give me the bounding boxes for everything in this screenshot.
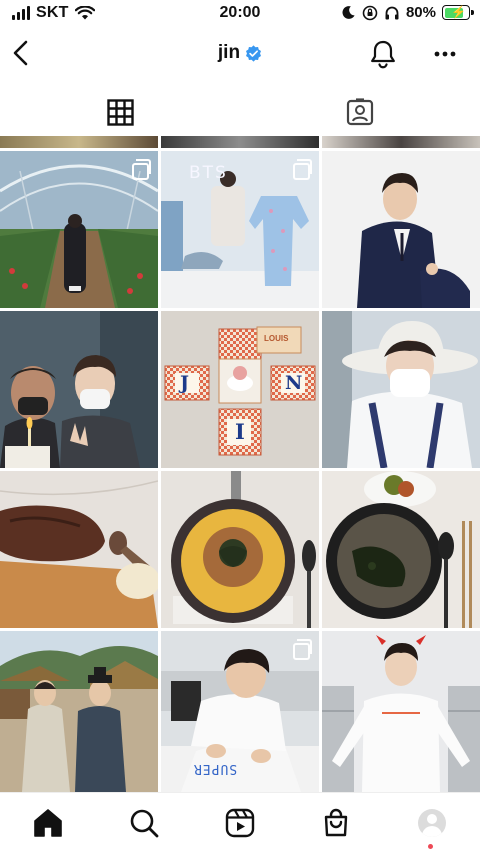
battery-icon: ⚡ [442, 5, 474, 20]
post-birthday-cake-box[interactable]: LOUIS J N I [161, 311, 319, 468]
post-steak-dinner[interactable] [0, 471, 158, 628]
post-image [322, 311, 480, 468]
posts-grid: BTS LOUIS J N I SUPER [0, 136, 480, 792]
multi-photo-icon [132, 159, 151, 180]
status-right: 80% ⚡ [341, 4, 474, 21]
cake-letter-n: N [285, 372, 303, 394]
profile-avatar-icon [418, 809, 446, 837]
post-caption-overlay: BTS [189, 163, 228, 183]
back-button[interactable] [8, 38, 34, 68]
post-image [161, 471, 319, 628]
bell-icon [371, 40, 395, 69]
more-dots-icon [434, 51, 456, 57]
more-options-button[interactable] [430, 40, 460, 68]
profile-username: jin [217, 42, 241, 63]
tab-tagged[interactable] [240, 90, 480, 134]
title-group: jin [0, 42, 480, 64]
cake-letter-i: I [235, 419, 245, 444]
post-image [0, 311, 158, 468]
tab-posts-grid[interactable] [0, 90, 240, 134]
post-historical-village[interactable] [0, 631, 158, 792]
grid-icon [106, 98, 134, 126]
post-pan-dish[interactable] [161, 471, 319, 628]
nav-shop-button[interactable] [318, 805, 354, 841]
post-white-hat-selfie[interactable] [322, 311, 480, 468]
nav-reels-button[interactable] [222, 805, 258, 841]
tagged-person-icon [346, 98, 374, 126]
post-strawberry-greenhouse[interactable] [0, 151, 158, 308]
partial-post-top-3[interactable] [322, 136, 480, 148]
battery-percent: 80% [405, 4, 436, 21]
partial-post-top-2[interactable] [161, 136, 319, 148]
search-icon [130, 809, 159, 838]
bottom-navigation [0, 792, 480, 854]
post-selfie-with-friend[interactable] [0, 311, 158, 468]
nav-home-button[interactable] [30, 805, 66, 841]
partial-post-top-1[interactable] [0, 136, 158, 148]
nav-profile-button[interactable] [414, 805, 450, 841]
post-image [0, 471, 158, 628]
post-caption-overlay: LOUIS [264, 334, 289, 343]
home-icon [34, 809, 62, 837]
profile-header: jin [0, 32, 480, 76]
post-portrait-navy-suit[interactable] [322, 151, 480, 308]
post-image [322, 151, 480, 308]
multi-photo-icon [293, 159, 312, 180]
notification-dot [428, 844, 433, 849]
post-signing-shirt[interactable]: SUPER [161, 631, 319, 792]
orientation-lock-icon [362, 5, 378, 20]
moon-icon [342, 6, 355, 19]
nav-search-button[interactable] [126, 805, 162, 841]
post-image [322, 631, 480, 792]
cake-letter-j: J [180, 372, 189, 394]
post-image [0, 631, 158, 792]
post-bowl-soup[interactable] [322, 471, 480, 628]
multi-photo-icon [293, 639, 312, 660]
notifications-button[interactable] [368, 38, 398, 70]
shop-bag-icon [324, 808, 348, 837]
reels-icon [225, 808, 255, 838]
post-white-longsleeve-pose[interactable] [322, 631, 480, 792]
headphones-icon [385, 6, 399, 19]
verified-badge-icon [246, 44, 262, 62]
status-bar: SKT 20:00 80% ⚡ [0, 0, 480, 28]
post-image [322, 471, 480, 628]
back-chevron-icon [13, 40, 28, 66]
post-bts-pajama-merch[interactable]: BTS [161, 151, 319, 308]
profile-tabs [0, 90, 480, 134]
post-caption-overlay: SUPER [193, 761, 238, 776]
